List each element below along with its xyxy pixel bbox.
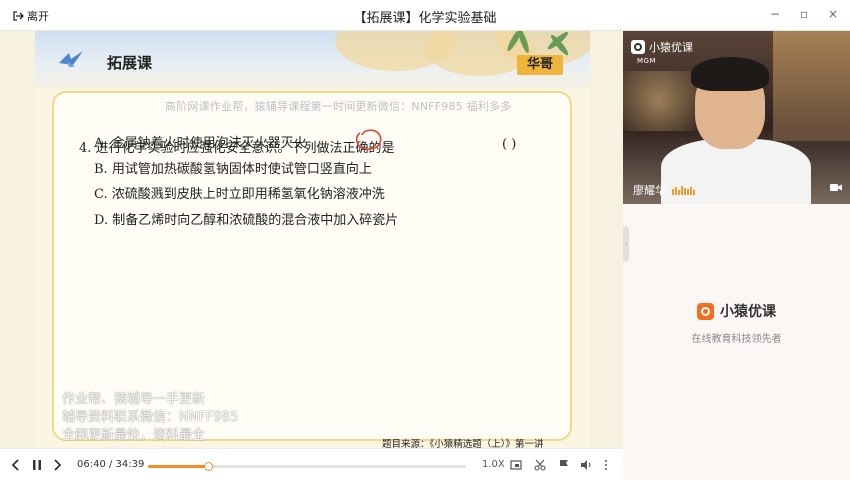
teacher-tag: 华哥 [517,55,563,75]
player-controls: 06:40 / 34:39 1.0X [0,448,623,480]
brand-logo-icon [697,302,714,320]
flag-icon[interactable] [558,459,570,471]
scissors-icon[interactable] [534,459,546,471]
option-a: A. 金属钠着火时使用泡沫灭火器灭火 [94,136,307,151]
screenshot-icon[interactable] [510,459,522,471]
mgm-sign: MGM [637,57,657,65]
right-panel: 小猿优课 MGM 廖耀华 › 小猿优课 在线教育科技领先者 [623,31,850,480]
next-icon[interactable] [53,459,63,471]
lesson-slide: 拓展课 华哥 [35,31,590,448]
option-c: C. 浓硫酸溅到皮肤上时立即用稀氢氧化钠溶液冲洗 [94,187,385,202]
course-label: 拓展课 [107,54,153,72]
teacher-hair [691,57,769,91]
restore-button[interactable]: ▫ [797,7,811,21]
progress-fill [148,465,208,468]
answer-paren: ( ) [502,137,517,152]
teacher-video[interactable]: 小猿优课 MGM 廖耀华 [623,31,850,204]
previous-icon[interactable] [10,459,20,471]
progress-bar[interactable] [148,462,466,471]
close-button[interactable]: × [826,7,840,21]
option-d: D. 制备乙烯时向乙醇和浓硫酸的混合液中加入碎瓷片 [94,213,399,228]
watermark-top: 高阶网课作业帮，猿辅导课程第一时间更新微信：NNFF985 福利多多 [165,100,512,113]
option-b: B. 用试管加热碳酸氢钠固体时使试管口竖直向上 [94,162,372,177]
brand-name: 小猿优课 [720,304,776,320]
title-bar: 离开 【拓展课】化学实验基础 − ▫ × [0,0,850,31]
camera-icon[interactable] [830,183,842,192]
video-logo-text: 小猿优课 [649,41,693,54]
teacher-name-bar: 廖耀华 [633,182,695,198]
audio-level-icon [672,185,695,195]
video-logo: 小猿优课 [631,39,693,55]
pause-icon[interactable] [31,459,43,471]
progress-knob[interactable] [204,462,213,471]
slide-viewport: 拓展课 华哥 高阶网课作业帮，猿辅导课程第一时间更新微信：NNFF985 福利多… [0,31,623,448]
pen-annotation-circle [355,129,382,150]
brand-block: 小猿优课 在线教育科技领先者 [623,301,850,345]
brand-logo-icon [631,40,645,54]
watermark-left-line-1: 作业帮、猿辅导一手更新 [62,392,206,407]
watermark-left-line-3: 全网更新最快，资料最全 [62,428,206,443]
minimize-button[interactable]: − [768,7,782,21]
brand-slogan: 在线教育科技领先者 [691,333,782,345]
volume-icon[interactable] [580,459,592,471]
time-display: 06:40 / 34:39 [77,459,145,470]
collapse-handle[interactable]: › [623,226,629,262]
teacher-name: 廖耀华 [633,184,666,197]
speed-button[interactable]: 1.0X [482,459,505,470]
more-options-icon[interactable] [603,459,609,471]
slide-header: 拓展课 华哥 [35,31,590,89]
bird-icon [59,51,83,67]
watermark-left-line-2: 辅导资料联系微信：NNFF985 [62,410,239,425]
window-title: 【拓展课】化学实验基础 [353,11,497,26]
